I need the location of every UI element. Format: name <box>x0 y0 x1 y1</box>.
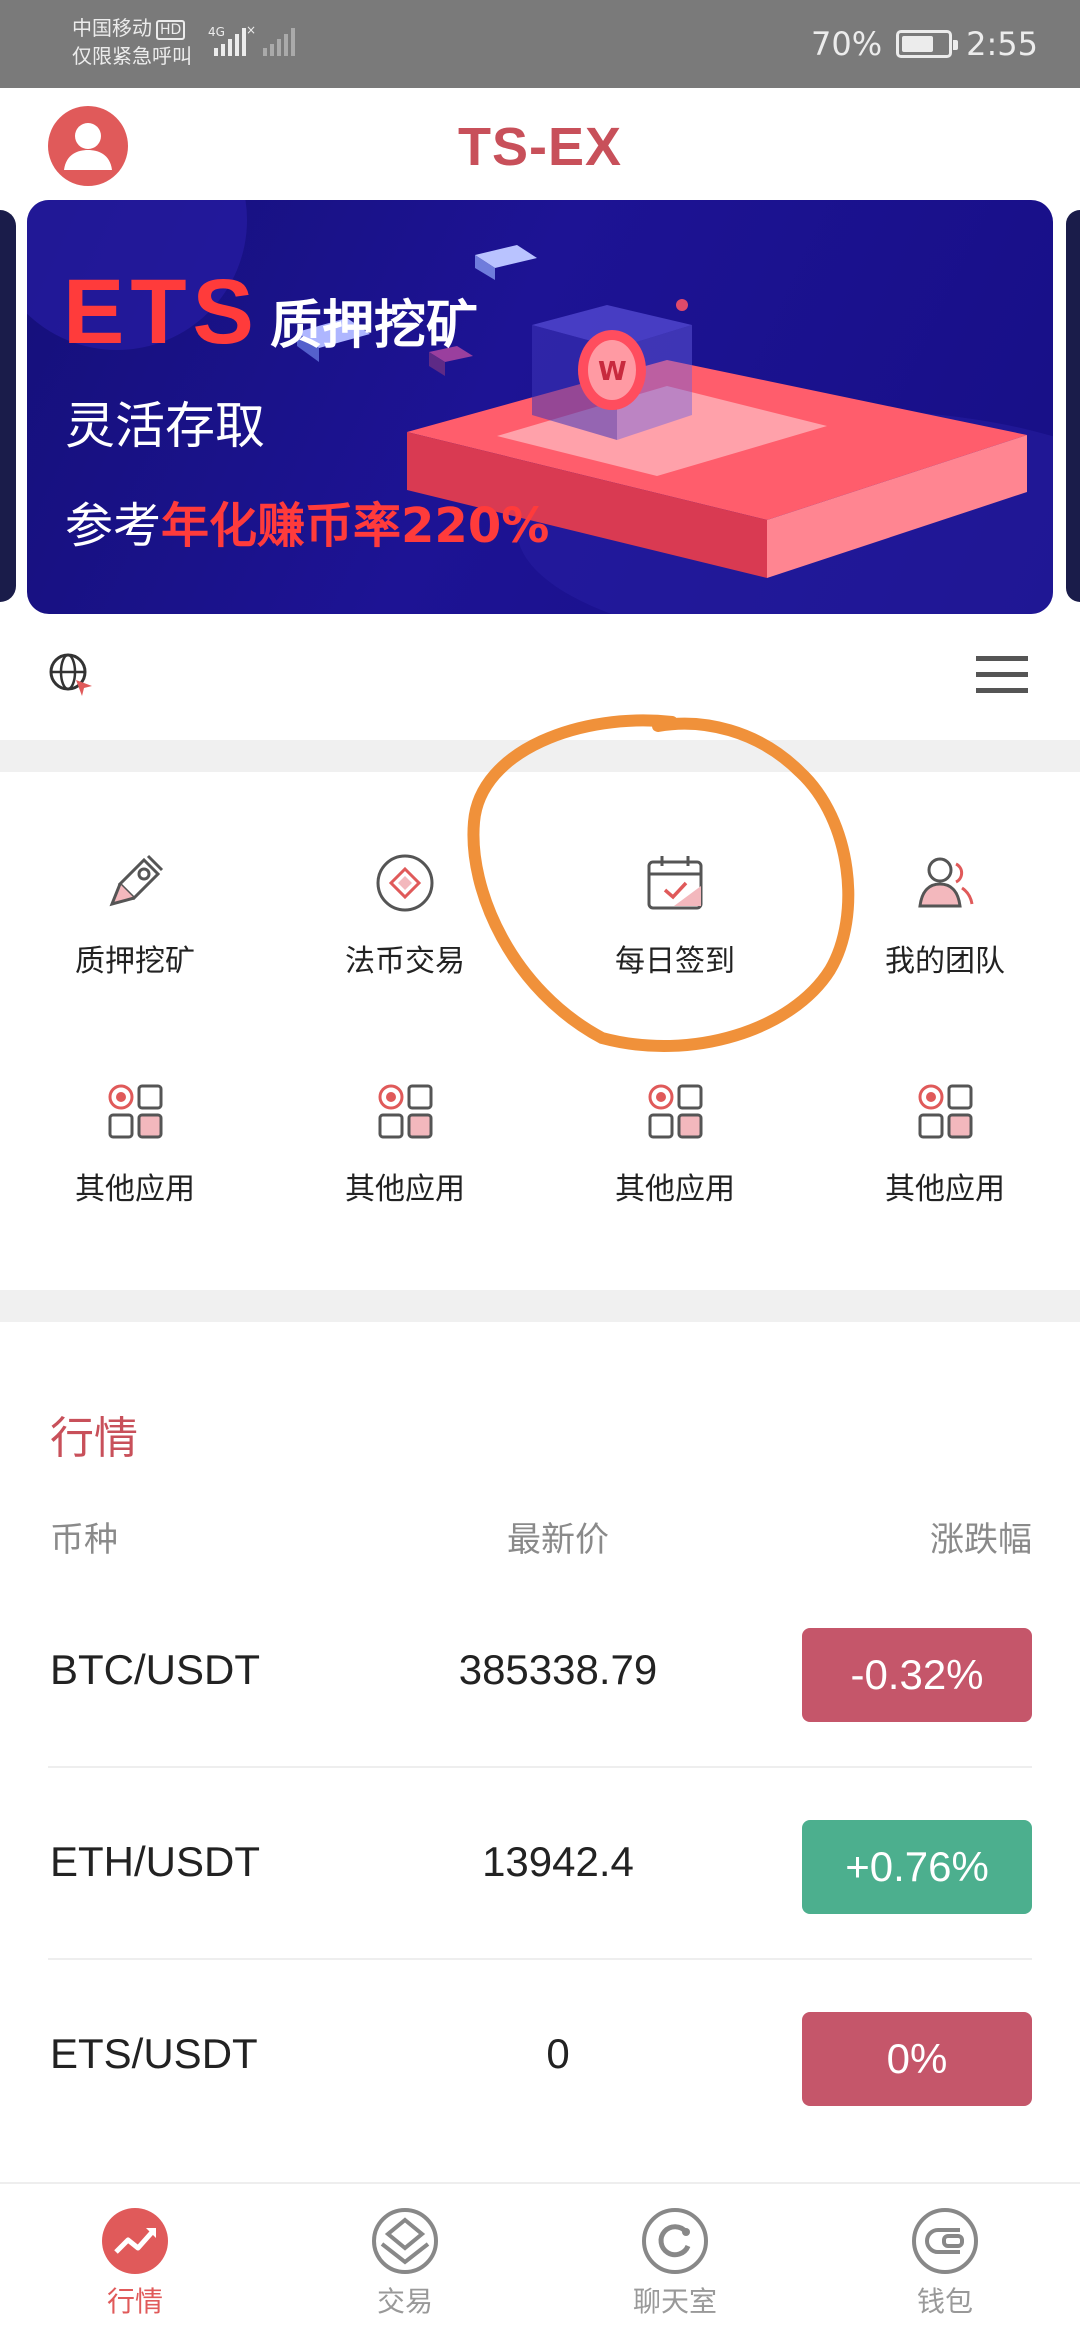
last-price: 0 <box>546 2030 570 2077</box>
nav-label: 交易 <box>376 2285 433 2318</box>
last-price: 385338.79 <box>458 1646 658 1693</box>
wallet-icon <box>912 2208 978 2274</box>
grid-item-label: 我的团队 <box>885 944 1005 979</box>
battery-level <box>902 36 934 52</box>
nav-tab-chatroom[interactable]: 聊天室 <box>540 2184 810 2340</box>
apps-icon <box>378 1084 433 1139</box>
language-globe-icon[interactable] <box>46 650 96 700</box>
svg-text:W: W <box>598 357 627 387</box>
header-change: 涨跌幅 <box>930 1520 1032 1560</box>
feature-grid: 质押挖矿 法币交易 每日签到 我的团队 其他应用 其他应用 其他应用 其他应用 <box>0 772 1080 1290</box>
grid-item-label: 其他应用 <box>885 1172 1005 1207</box>
grid-item-fiat-trading[interactable]: 法币交易 <box>270 852 540 1022</box>
team-icon <box>918 857 974 908</box>
change-badge: -0.32% <box>802 1628 1032 1722</box>
header-price: 最新价 <box>507 1520 609 1560</box>
signal-icon: 4G × <box>208 23 295 56</box>
pair-name: BTC/USDT <box>50 1646 260 1693</box>
market-row-eth[interactable]: ETH/USDT 13942.4 +0.76% <box>48 1766 1032 1958</box>
nav-label: 钱包 <box>916 2285 973 2318</box>
change-badge: +0.76% <box>802 1820 1032 1914</box>
carrier-info: 中国移动 HD 仅限紧急呼叫 <box>72 14 192 70</box>
carrier-name: 中国移动 <box>72 16 152 40</box>
grid-item-other-apps[interactable]: 其他应用 <box>270 1080 540 1250</box>
nav-tab-wallet[interactable]: 钱包 <box>810 2184 1080 2340</box>
nav-tab-market[interactable]: 行情 <box>0 2184 270 2340</box>
apps-icon <box>108 1084 163 1139</box>
banner-brand: ETS <box>63 261 260 363</box>
banner-rate-highlight: 年化赚币率220% <box>161 498 550 554</box>
pair-name: ETH/USDT <box>50 1838 260 1885</box>
hd-badge: HD <box>156 19 186 40</box>
pair-name: ETS/USDT <box>50 2030 258 2077</box>
banner-prev-slide[interactable] <box>0 210 16 602</box>
app-header: TS-EX <box>0 88 1080 200</box>
grid-item-my-team[interactable]: 我的团队 <box>810 852 1080 1022</box>
grid-item-label: 其他应用 <box>615 1172 735 1207</box>
app-title: TS-EX <box>457 117 623 177</box>
grid-item-label: 其他应用 <box>75 1172 195 1207</box>
market-row-btc[interactable]: BTC/USDT 385338.79 -0.32% <box>48 1574 1032 1766</box>
svg-text:×: × <box>246 23 256 37</box>
apps-icon <box>648 1084 703 1139</box>
nav-label: 聊天室 <box>632 2285 717 2318</box>
banner-rate-text: 参考年化赚币率220% <box>65 486 549 556</box>
battery-icon <box>896 30 959 58</box>
market-title: 行情 <box>50 1413 138 1464</box>
menu-icon[interactable] <box>976 654 1028 696</box>
grid-item-other-apps[interactable]: 其他应用 <box>0 1080 270 1250</box>
grid-item-label: 质押挖矿 <box>75 944 195 979</box>
banner-title: 质押挖矿 <box>269 296 478 356</box>
tool-row <box>0 620 1080 740</box>
last-price: 13942.4 <box>482 1838 634 1885</box>
nav-tab-trade[interactable]: 交易 <box>270 2184 540 2340</box>
grid-item-label: 法币交易 <box>345 944 465 979</box>
chat-icon <box>642 2208 708 2274</box>
grid-item-other-apps[interactable]: 其他应用 <box>810 1080 1080 1250</box>
promo-banner[interactable]: W ETS 质押挖矿 灵活存取 参考年化赚币率220% <box>27 200 1053 614</box>
banner-headline: ETS 质押挖矿 <box>63 260 478 365</box>
status-right: 70% 2:55 <box>811 22 1038 66</box>
banner-subtitle: 灵活存取 <box>65 397 265 455</box>
banner-rate-prefix: 参考 <box>65 498 162 554</box>
grid-item-label: 每日签到 <box>615 944 735 979</box>
status-bar: 中国移动 HD 仅限紧急呼叫 4G × 70% 2:55 <box>0 0 1080 88</box>
grid-item-daily-checkin[interactable]: 每日签到 <box>540 852 810 1022</box>
bottom-nav: 行情 交易 聊天室 钱包 <box>0 2182 1080 2340</box>
battery-percent: 70% <box>811 25 883 63</box>
calendar-check-icon <box>647 856 703 910</box>
grid-item-staking-mining[interactable]: 质押挖矿 <box>0 852 270 1022</box>
section-divider <box>0 740 1080 772</box>
grid-item-other-apps[interactable]: 其他应用 <box>540 1080 810 1250</box>
trend-icon <box>102 2208 168 2274</box>
change-badge: 0% <box>802 2012 1032 2106</box>
network-type: 4G <box>208 25 225 39</box>
emergency-text: 仅限紧急呼叫 <box>72 44 192 68</box>
nav-label: 行情 <box>106 2285 163 2318</box>
grid-item-label: 其他应用 <box>345 1172 465 1207</box>
rocket-icon <box>109 854 164 907</box>
exchange-icon <box>376 854 434 912</box>
clock: 2:55 <box>966 25 1038 63</box>
market-row-ets[interactable]: ETS/USDT 0 0% <box>48 1958 1032 2150</box>
trade-icon <box>372 2208 438 2274</box>
banner-next-slide[interactable] <box>1066 210 1080 602</box>
header-pair: 币种 <box>50 1520 118 1560</box>
section-divider <box>0 1290 1080 1322</box>
apps-icon <box>918 1084 973 1139</box>
